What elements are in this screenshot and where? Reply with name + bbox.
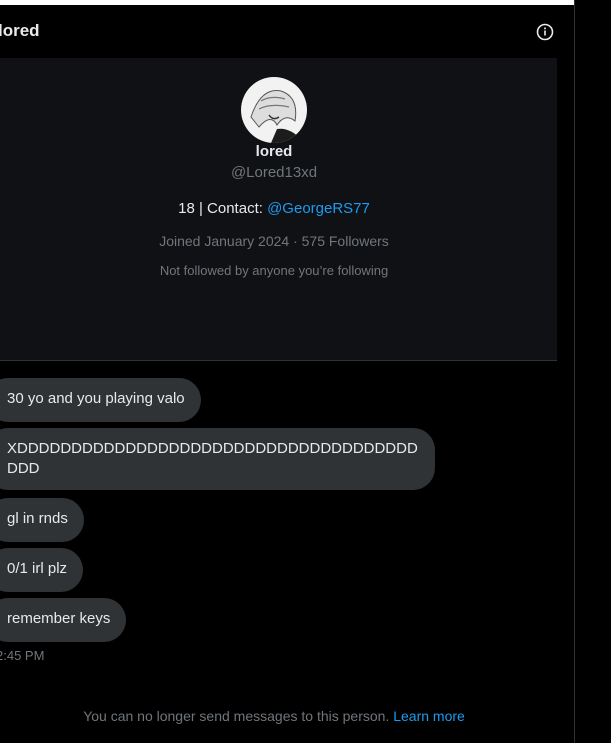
bio-text: 18 | Contact: (178, 200, 268, 217)
info-circle-icon (536, 23, 554, 41)
panel-divider (574, 0, 575, 743)
not-followed-note: Not followed by anyone you’re following (159, 263, 389, 278)
info-button[interactable] (535, 22, 555, 42)
profile-card[interactable]: lored @Lored13xd 18 | Contact: @GeorgeRS… (0, 58, 557, 361)
profile-handle[interactable]: @Lored13xd (0, 164, 548, 181)
learn-more-link[interactable]: Learn more (393, 708, 465, 724)
message-bubble[interactable]: 30 yo and you playing valo (0, 378, 201, 422)
cannot-message-note: You can no longer send messages to this … (0, 708, 548, 724)
bio-mention-link[interactable]: @GeorgeRS77 (267, 200, 370, 217)
joined-followers: Joined January 2024 · 575 Followers (159, 233, 389, 249)
conversation-title: lored (0, 21, 40, 40)
profile-bio: 18 | Contact: @GeorgeRS77 (0, 200, 548, 217)
top-strip (0, 0, 574, 5)
cannot-message-text: You can no longer send messages to this … (83, 708, 394, 724)
message-bubble[interactable]: 0/1 irl plz (0, 548, 84, 592)
avatar[interactable] (241, 77, 307, 143)
message-timestamp: 2:45 PM (0, 648, 45, 663)
message-bubble[interactable]: gl in rnds (0, 498, 84, 542)
message-bubble[interactable]: XDDDDDDDDDDDDDDDDDDDDDDDDDDDDDDDDDDDDDDD… (0, 428, 435, 490)
profile-name[interactable]: lored (0, 143, 548, 160)
message-bubble[interactable]: remember keys (0, 598, 127, 642)
